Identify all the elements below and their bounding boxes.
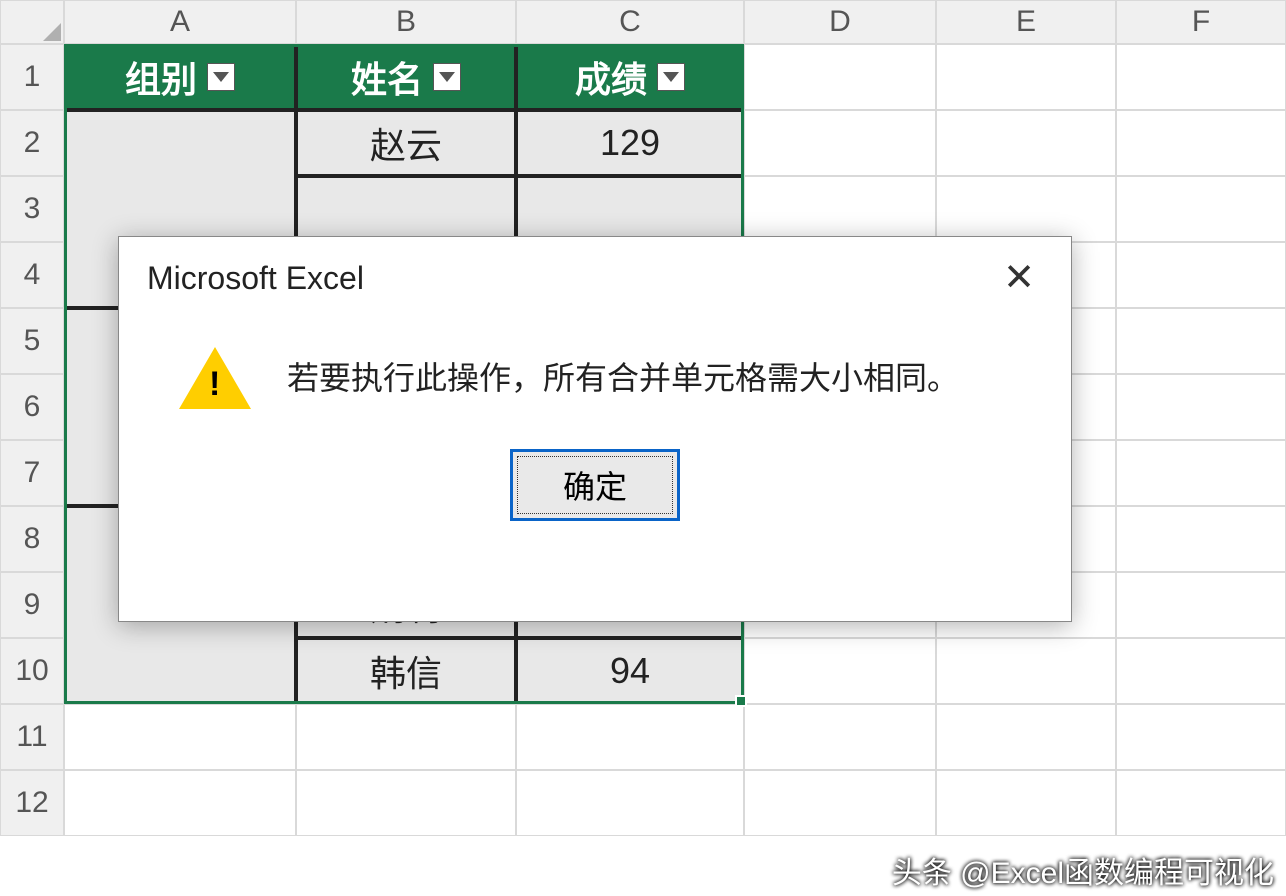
row-header-6[interactable]: 6 xyxy=(0,374,64,440)
row-header-1[interactable]: 1 xyxy=(0,44,64,110)
row-header-5[interactable]: 5 xyxy=(0,308,64,374)
header-name[interactable]: 姓名 xyxy=(296,44,516,110)
dialog-message: 若要执行此操作，所有合并单元格需大小相同。 xyxy=(287,354,959,402)
cell-C11[interactable] xyxy=(516,704,744,770)
cell-C3[interactable] xyxy=(516,176,744,242)
filter-dropdown-icon[interactable] xyxy=(657,63,685,91)
cell-D11[interactable] xyxy=(744,704,936,770)
cell-C12[interactable] xyxy=(516,770,744,836)
cell-F12[interactable] xyxy=(1116,770,1286,836)
header-score-label: 成绩 xyxy=(575,51,647,103)
cell-C10[interactable]: 94 xyxy=(516,638,744,704)
row-header-11[interactable]: 11 xyxy=(0,704,64,770)
cell-F8[interactable] xyxy=(1116,506,1286,572)
cell-B11[interactable] xyxy=(296,704,516,770)
cell-F7[interactable] xyxy=(1116,440,1286,506)
row-header-8[interactable]: 8 xyxy=(0,506,64,572)
cell-D12[interactable] xyxy=(744,770,936,836)
cell-E3[interactable] xyxy=(936,176,1116,242)
cell-D10[interactable] xyxy=(744,638,936,704)
select-all-corner[interactable] xyxy=(0,0,64,44)
warning-icon xyxy=(179,347,251,409)
cell-F1[interactable] xyxy=(1116,44,1286,110)
cell-F9[interactable] xyxy=(1116,572,1286,638)
header-group[interactable]: 组别 xyxy=(64,44,296,110)
cell-E2[interactable] xyxy=(936,110,1116,176)
cell-D1[interactable] xyxy=(744,44,936,110)
close-icon[interactable]: ✕ xyxy=(995,259,1043,297)
cell-B12[interactable] xyxy=(296,770,516,836)
watermark-text: 头条 @Excel函数编程可视化 xyxy=(892,848,1274,892)
alert-dialog: Microsoft Excel ✕ 若要执行此操作，所有合并单元格需大小相同。 … xyxy=(118,236,1072,622)
cell-A12[interactable] xyxy=(64,770,296,836)
cell-F10[interactable] xyxy=(1116,638,1286,704)
cell-B3[interactable] xyxy=(296,176,516,242)
row-header-7[interactable]: 7 xyxy=(0,440,64,506)
col-header-A[interactable]: A xyxy=(64,0,296,44)
header-score[interactable]: 成绩 xyxy=(516,44,744,110)
row-header-4[interactable]: 4 xyxy=(0,242,64,308)
cell-E12[interactable] xyxy=(936,770,1116,836)
row-header-9[interactable]: 9 xyxy=(0,572,64,638)
cell-C2[interactable]: 129 xyxy=(516,110,744,176)
cell-F4[interactable] xyxy=(1116,242,1286,308)
filter-dropdown-icon[interactable] xyxy=(207,63,235,91)
cell-D3[interactable] xyxy=(744,176,936,242)
col-header-C[interactable]: C xyxy=(516,0,744,44)
cell-F2[interactable] xyxy=(1116,110,1286,176)
cell-A11[interactable] xyxy=(64,704,296,770)
cell-E1[interactable] xyxy=(936,44,1116,110)
cell-E10[interactable] xyxy=(936,638,1116,704)
cell-E11[interactable] xyxy=(936,704,1116,770)
filter-dropdown-icon[interactable] xyxy=(433,63,461,91)
row-header-3[interactable]: 3 xyxy=(0,176,64,242)
header-name-label: 姓名 xyxy=(351,51,423,103)
header-group-label: 组别 xyxy=(125,51,197,103)
row-header-10[interactable]: 10 xyxy=(0,638,64,704)
col-header-D[interactable]: D xyxy=(744,0,936,44)
cell-F11[interactable] xyxy=(1116,704,1286,770)
ok-button[interactable]: 确定 xyxy=(510,449,680,521)
cell-B2[interactable]: 赵云 xyxy=(296,110,516,176)
cell-F3[interactable] xyxy=(1116,176,1286,242)
row-header-12[interactable]: 12 xyxy=(0,770,64,836)
cell-F6[interactable] xyxy=(1116,374,1286,440)
cell-D2[interactable] xyxy=(744,110,936,176)
cell-F5[interactable] xyxy=(1116,308,1286,374)
col-header-E[interactable]: E xyxy=(936,0,1116,44)
cell-B10[interactable]: 韩信 xyxy=(296,638,516,704)
col-header-B[interactable]: B xyxy=(296,0,516,44)
dialog-title: Microsoft Excel xyxy=(147,260,364,297)
row-header-2[interactable]: 2 xyxy=(0,110,64,176)
col-header-F[interactable]: F xyxy=(1116,0,1286,44)
